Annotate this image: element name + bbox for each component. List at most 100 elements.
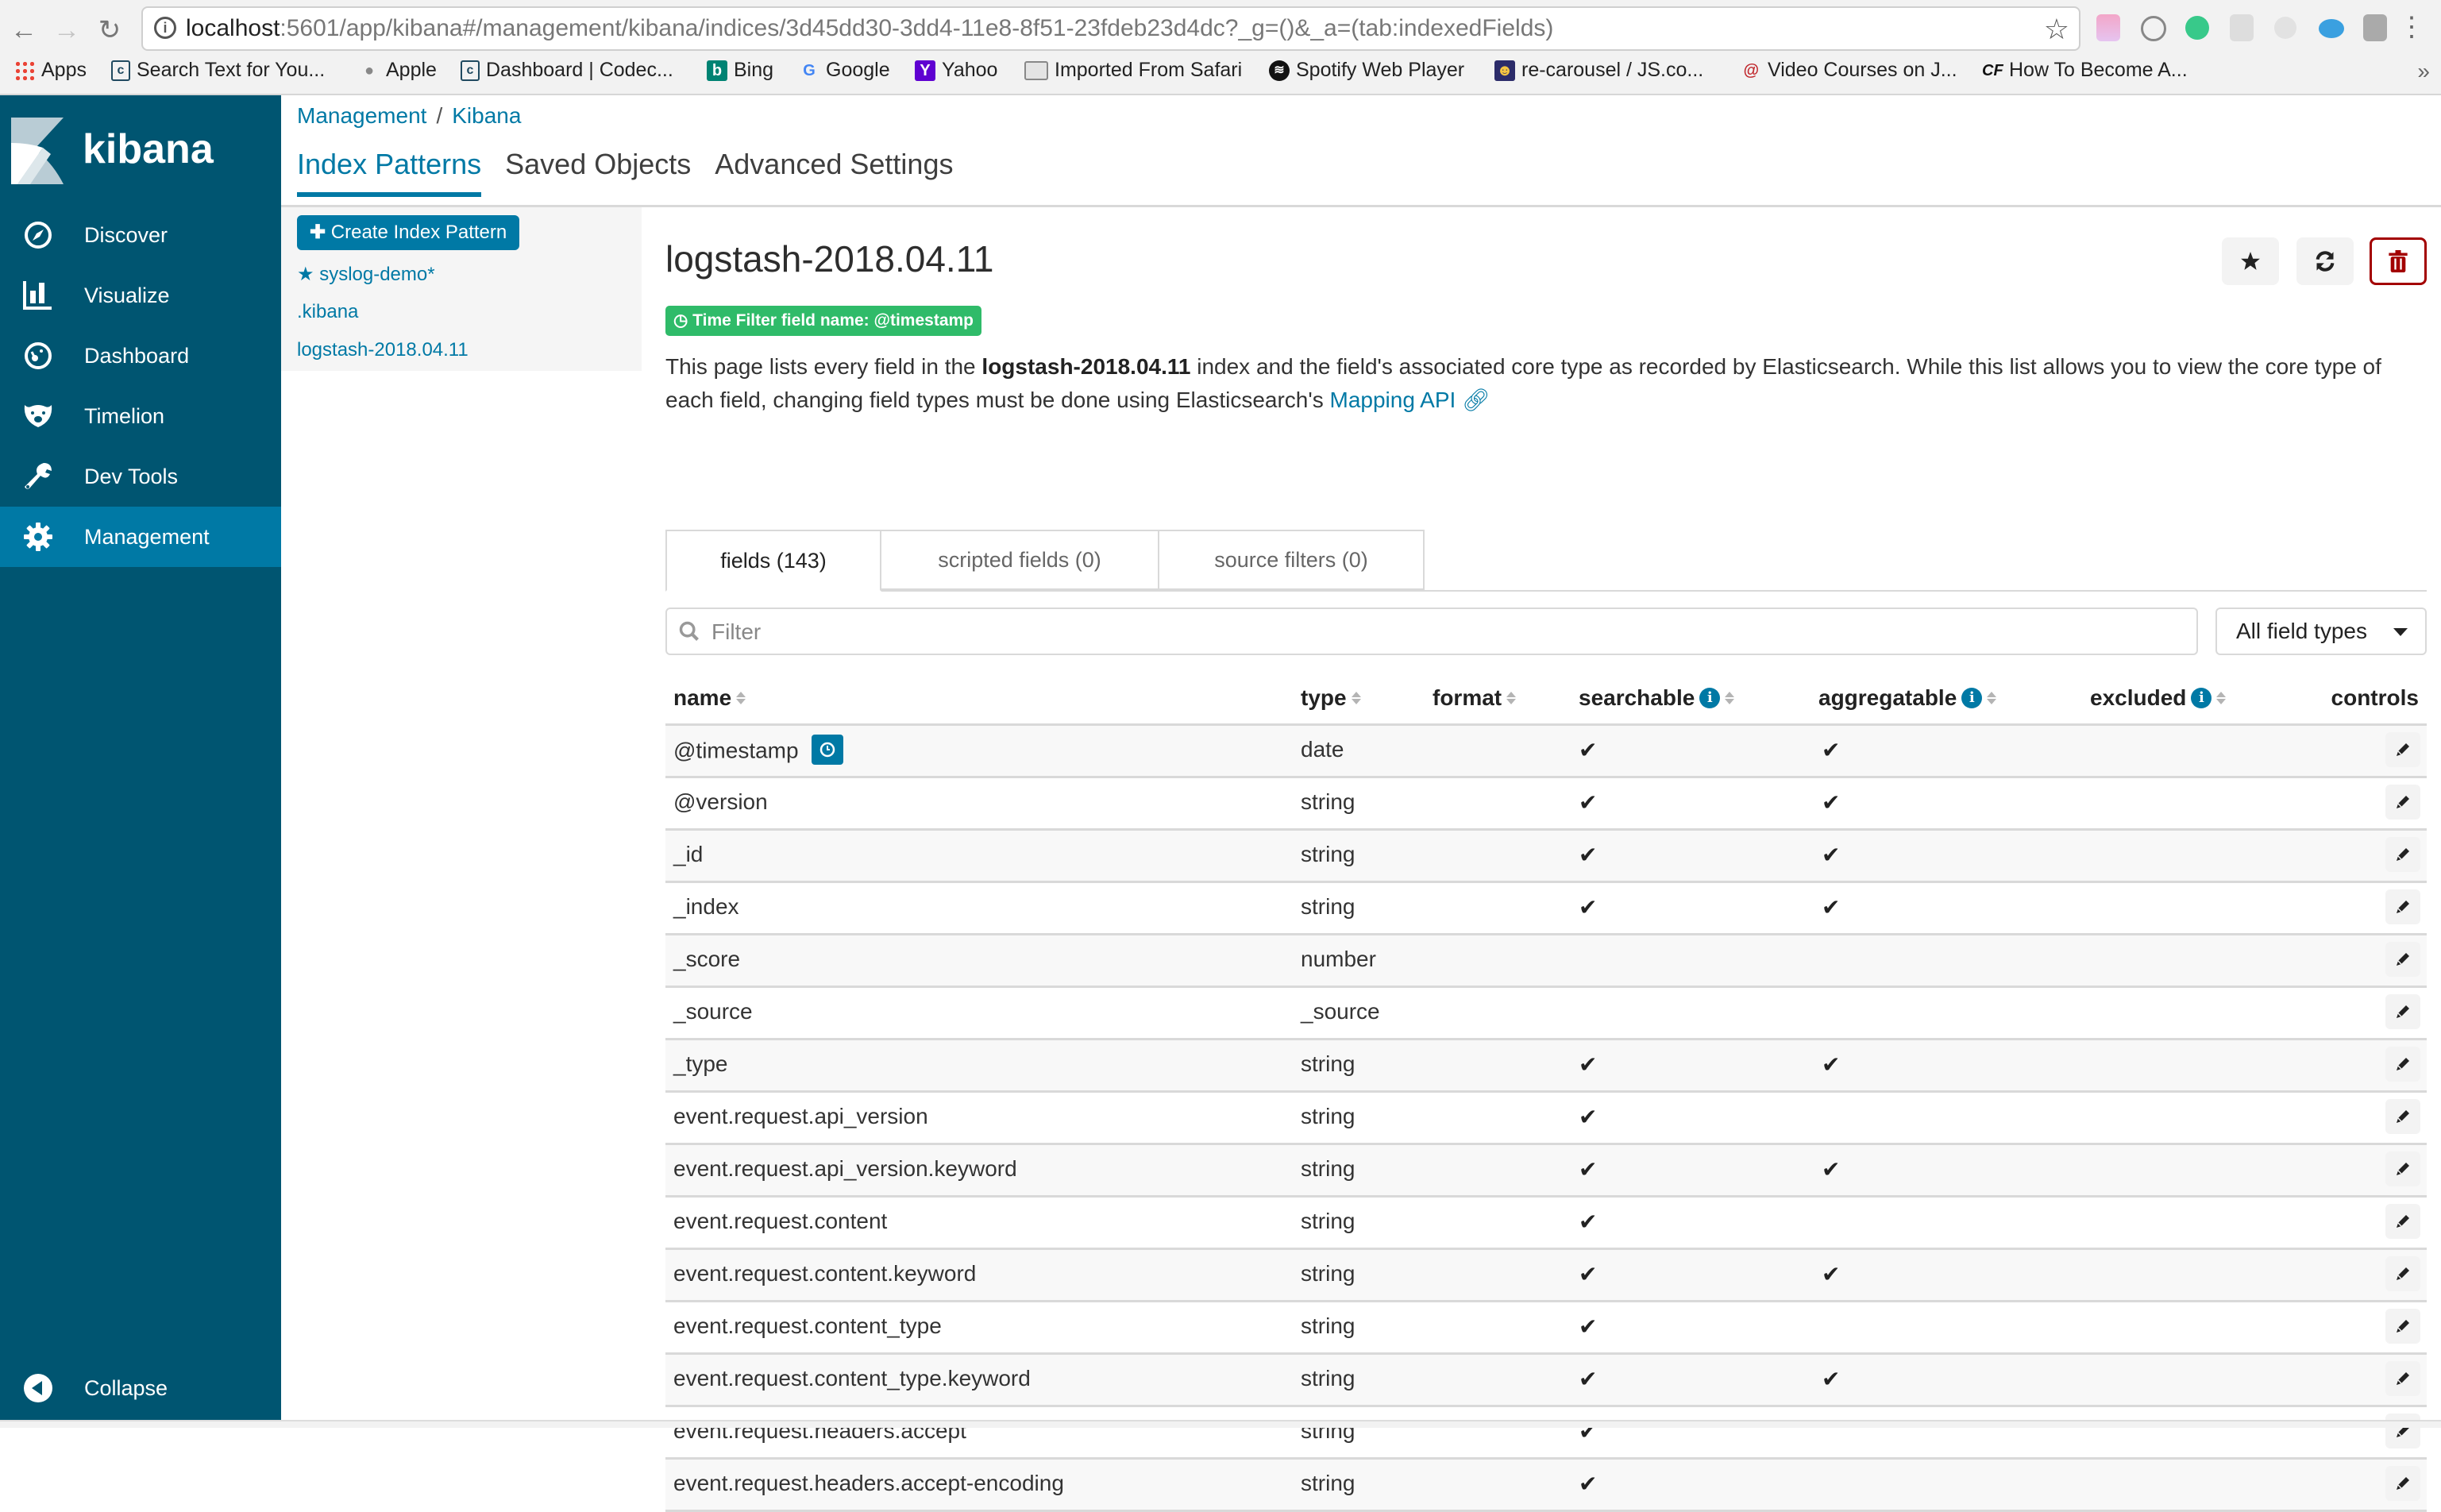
field-name: event.request.content.keyword <box>673 1261 976 1286</box>
cf-icon: CF <box>1982 61 2003 79</box>
tab-saved-objects[interactable]: Saved Objects <box>505 148 691 197</box>
refresh-fields-button[interactable] <box>2296 237 2354 285</box>
edit-field-button[interactable] <box>2385 1099 2420 1134</box>
searchable-check-icon: ✔ <box>1579 1262 1598 1286</box>
column-header-searchable[interactable]: searchable i <box>1579 685 1735 711</box>
field-name-text: event.request.content <box>673 1209 888 1233</box>
column-label: excluded <box>2090 685 2187 710</box>
bookmark-star-icon[interactable]: ☆ <box>2044 13 2069 46</box>
index-pattern-title: logstash-2018.04.11 <box>665 238 994 280</box>
info-icon[interactable]: i <box>1961 688 1983 708</box>
chevron-down-icon <box>2393 628 2408 636</box>
field-filter-input[interactable] <box>710 619 2142 646</box>
bookmark-dashboard-codecademy[interactable]: c Dashboard | Codec... <box>461 59 673 82</box>
extension-gradient-icon[interactable] <box>2096 14 2120 41</box>
bookmark-apple[interactable]: ● Apple <box>359 59 437 82</box>
index-pattern-item-kibana[interactable]: .kibana <box>297 301 358 323</box>
bookmark-how-to-become[interactable]: CF How To Become A... <box>1982 59 2188 82</box>
table-body: @timestamp date ✔ ✔ @version string ✔ ✔ _id strin… <box>665 726 2427 1512</box>
breadcrumb-kibana[interactable]: Kibana <box>452 103 521 128</box>
tab-scripted-fields[interactable]: scripted fields (0) <box>880 530 1159 590</box>
edit-field-button[interactable] <box>2385 1361 2420 1396</box>
column-header-excluded[interactable]: excluded i <box>2090 685 2227 711</box>
index-pattern-item-logstash[interactable]: logstash-2018.04.11 <box>297 339 469 361</box>
bookmark-bing[interactable]: b Bing <box>707 59 773 82</box>
sidebar-item-management[interactable]: Management <box>0 507 281 567</box>
back-button[interactable]: ← <box>8 14 40 46</box>
bookmark-search-text[interactable]: c Search Text for You... <box>111 59 325 82</box>
field-type-select[interactable]: All field types <box>2215 608 2427 655</box>
index-pattern-item-syslog-demo[interactable]: ★ syslog-demo* <box>297 263 435 286</box>
bar-chart-icon <box>22 280 54 311</box>
more-bookmarks-button[interactable]: » <box>2417 59 2430 84</box>
sidebar-item-timelion[interactable]: Timelion <box>0 386 281 446</box>
kibana-logo-icon[interactable] <box>11 118 64 184</box>
extension-chat-icon[interactable] <box>2230 14 2254 41</box>
field-name: event.request.api_version.keyword <box>673 1156 1017 1182</box>
bookmark-google[interactable]: G Google <box>799 59 889 82</box>
set-default-button[interactable] <box>2222 237 2279 285</box>
tab-fields[interactable]: fields (143) <box>665 530 881 592</box>
site-info-icon[interactable]: i <box>154 17 176 39</box>
kibana-logo-text[interactable]: kibana <box>83 125 214 173</box>
tab-source-filters[interactable]: source filters (0) <box>1158 530 1425 590</box>
edit-field-button[interactable] <box>2385 1309 2420 1344</box>
sidebar-collapse-button[interactable]: Collapse <box>0 1358 281 1418</box>
edit-field-button[interactable] <box>2385 889 2420 924</box>
edit-field-button[interactable] <box>2385 732 2420 767</box>
reload-button[interactable]: ↻ <box>94 14 125 46</box>
column-header-name[interactable]: name <box>673 685 746 711</box>
edit-field-button[interactable] <box>2385 785 2420 820</box>
edit-field-button[interactable] <box>2385 1414 2420 1448</box>
edit-field-button[interactable] <box>2385 1256 2420 1291</box>
field-name: _index <box>673 894 739 920</box>
extension-grammarly-icon[interactable] <box>2185 16 2209 40</box>
address-bar[interactable]: i localhost:5601/app/kibana#/management/… <box>141 6 2080 51</box>
create-index-pattern-button[interactable]: ✚ Create Index Pattern <box>297 215 520 250</box>
delete-index-pattern-button[interactable] <box>2370 237 2427 285</box>
bookmark-spotify[interactable]: ≋ Spotify Web Player <box>1269 59 1464 82</box>
url-text[interactable]: localhost:5601/app/kibana#/management/ki… <box>186 15 1553 42</box>
field-name-text: event.request.headers.accept-encoding <box>673 1471 1064 1495</box>
edit-field-button[interactable] <box>2385 942 2420 977</box>
breadcrumb-management[interactable]: Management <box>297 103 426 128</box>
sidebar-item-discover[interactable]: Discover <box>0 205 281 265</box>
column-header-aggregatable[interactable]: aggregatable i <box>1818 685 1997 711</box>
sidebar-item-dev-tools[interactable]: Dev Tools <box>0 446 281 507</box>
clock-icon: ◷ <box>673 311 693 330</box>
edit-field-button[interactable] <box>2385 1047 2420 1082</box>
mapping-api-link[interactable]: Mapping API <box>1330 388 1456 412</box>
tab-index-patterns[interactable]: Index Patterns <box>297 148 482 197</box>
column-header-type[interactable]: type <box>1301 685 1361 711</box>
info-icon[interactable]: i <box>2191 688 2212 708</box>
extension-1password-icon[interactable] <box>2141 16 2166 41</box>
edit-field-button[interactable] <box>2385 994 2420 1029</box>
edit-field-button[interactable] <box>2385 1466 2420 1501</box>
extension-salesforce-icon[interactable] <box>2319 19 2344 38</box>
extension-ublock-icon[interactable] <box>2274 17 2296 39</box>
folder-icon <box>1024 60 1048 80</box>
browser-menu-icon[interactable]: ⋮ <box>2398 11 2425 43</box>
forward-button[interactable]: → <box>51 14 83 46</box>
bookmark-apps[interactable]: Apps <box>14 59 87 82</box>
info-icon[interactable]: i <box>1699 688 1721 708</box>
edit-field-button[interactable] <box>2385 1204 2420 1239</box>
bookmark-video-courses[interactable]: @ Video Courses on J... <box>1741 59 1957 82</box>
extension-generic-icon[interactable] <box>2363 14 2387 41</box>
sort-icon <box>2216 692 2227 704</box>
column-label: aggregatable <box>1818 685 1957 710</box>
tab-advanced-settings[interactable]: Advanced Settings <box>715 148 953 197</box>
table-row: event.request.content string ✔ <box>665 1198 2427 1250</box>
external-link-icon[interactable]: 🔗︎ <box>1456 388 1490 412</box>
column-header-format[interactable]: format <box>1433 685 1517 711</box>
sidebar-item-visualize[interactable]: Visualize <box>0 265 281 326</box>
bookmark-re-carousel[interactable]: ☻ re-carousel / JS.co... <box>1494 59 1703 82</box>
bookmark-imported-from-safari[interactable]: Imported From Safari <box>1024 59 1242 82</box>
browser-chrome: ← → ↻ i localhost:5601/app/kibana#/manag… <box>0 0 2441 95</box>
field-name-text: _score <box>673 947 741 971</box>
yahoo-icon: Y <box>915 60 935 81</box>
bookmark-yahoo[interactable]: Y Yahoo <box>915 59 997 82</box>
sidebar-item-dashboard[interactable]: Dashboard <box>0 326 281 386</box>
edit-field-button[interactable] <box>2385 837 2420 872</box>
edit-field-button[interactable] <box>2385 1151 2420 1186</box>
